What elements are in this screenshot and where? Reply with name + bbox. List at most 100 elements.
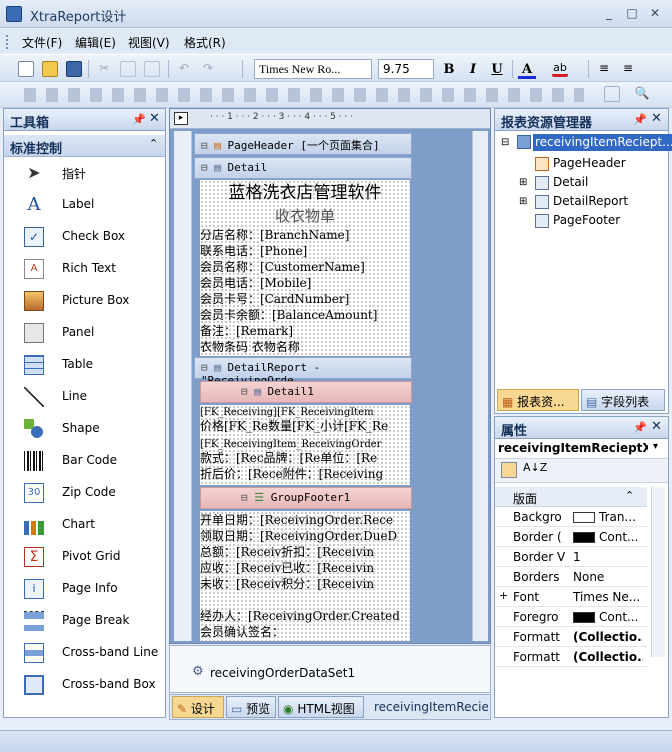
field-mobile[interactable]: 会员电话：[Mobile] [200, 276, 400, 291]
tab-preview[interactable]: ▭ 预览 [226, 696, 276, 718]
field-detail1-row4[interactable]: 款式：[Rec品牌：[Re单位：[Re [200, 451, 400, 466]
save-icon[interactable] [66, 61, 82, 77]
designer-scrollbar[interactable] [472, 131, 488, 641]
field-branch[interactable]: 分店名称：[BranchName] [200, 228, 400, 243]
expand-icon[interactable]: + [499, 589, 508, 602]
property-row[interactable]: Border V 1 [495, 547, 647, 567]
tab-design[interactable]: ✎ 设计 [172, 696, 224, 718]
ruler-toggle-icon[interactable]: ▸ [174, 112, 188, 125]
property-row[interactable]: Border (Cont... [495, 527, 647, 547]
field-detail1-row3[interactable]: [FK_ReceivingItem_ReceivingOrder [200, 437, 400, 452]
band-detail1[interactable]: ⊟ ▤ Detail1 [200, 381, 412, 403]
tree-item-pagefooter[interactable]: PageFooter [553, 213, 620, 227]
tree-item-pageheader[interactable]: PageHeader [553, 156, 626, 170]
field-detail1-row2[interactable]: 价格[FK_Re数量[FK_小计[FK_Re [200, 419, 400, 434]
new-icon[interactable] [18, 61, 34, 77]
report-name-tab[interactable]: receivingItemRecie [374, 700, 488, 714]
band-groupfooter[interactable]: ⊟ ☰ GroupFooter1 [200, 487, 412, 509]
field-total[interactable]: 总额：[Receiv折扣：[Receivin [200, 545, 400, 560]
property-row[interactable]: Formatt (Collectio... [495, 647, 647, 667]
align-left-icon[interactable]: ≡ [596, 61, 612, 77]
categorized-icon[interactable] [501, 462, 517, 478]
toolbox-item-chart[interactable]: Chart [24, 513, 164, 537]
font-size-select[interactable]: 9.75 [378, 59, 434, 79]
property-value[interactable]: (Collectio... [573, 650, 643, 664]
property-value[interactable]: 1 [573, 550, 643, 564]
minimize-icon[interactable]: _ [600, 5, 618, 21]
toolbox-item-cross-band-line[interactable]: Cross-band Line [24, 641, 164, 665]
property-value[interactable]: (Collectio... [573, 630, 643, 644]
toolbox-item-bar-code[interactable]: Bar Code [24, 449, 164, 473]
property-value[interactable]: Cont... [573, 610, 643, 624]
zoom-icon[interactable]: 🔍 [634, 86, 650, 102]
field-operator[interactable]: 经办人：[ReceivingOrder.Created [200, 609, 400, 624]
tree-expander-icon[interactable]: ⊟ [501, 137, 509, 148]
field-unpaid[interactable]: 未收：[Receiv积分：[Receivin [200, 577, 400, 592]
property-value[interactable]: None [573, 570, 643, 584]
field-item-header[interactable]: 衣物条码 衣物名称 [200, 340, 400, 355]
font-color-button[interactable]: A [518, 61, 536, 79]
pin-icon[interactable]: 📌 [633, 113, 647, 126]
underline-button[interactable]: U [488, 61, 506, 79]
layout-buttons[interactable] [24, 88, 584, 102]
tab-html[interactable]: ◉ HTML视图 [278, 696, 364, 718]
menu-format[interactable]: 格式(R) [184, 34, 226, 51]
toolbox-item-shape[interactable]: Shape [24, 417, 164, 441]
field-detail1-row5[interactable]: 折后价：[Rece附件：[Receiving [200, 467, 400, 482]
tree-item-detail[interactable]: Detail [553, 175, 588, 189]
toolbox-item-rich-text[interactable]: A Rich Text [24, 257, 164, 281]
highlight-icon[interactable]: ab [552, 61, 568, 77]
toolbox-item-pointer[interactable]: ➤ 指针 [24, 161, 164, 185]
sort-az-icon[interactable]: A↓Z [523, 461, 547, 474]
toolbox-section[interactable]: 标准控制 [10, 138, 62, 157]
field-receivable[interactable]: 应收：[Receiv已收：[Receivin [200, 561, 400, 576]
property-row[interactable]: Backgro Tran... [495, 507, 647, 527]
toolbox-item-picture-box[interactable]: Picture Box [24, 289, 164, 313]
field-signature[interactable]: 会员确认签名： [200, 625, 400, 640]
close-icon[interactable]: ✕ [646, 5, 664, 21]
detail-canvas[interactable]: 蓝格洗衣店管理软件 收衣物单 分店名称：[BranchName] 联系电话：[P… [200, 180, 410, 356]
property-scrollbar[interactable] [651, 487, 665, 657]
tree-root[interactable]: receivingItemReciept... [533, 134, 672, 151]
toolbox-item-pivot-grid[interactable]: Σ Pivot Grid [24, 545, 164, 569]
tree-expander-icon[interactable]: ⊞ [519, 196, 527, 207]
toolbox-item-page-break[interactable]: Page Break [24, 609, 164, 633]
cut-icon[interactable]: ✂ [96, 61, 112, 77]
collapse-icon[interactable]: ⌃ [625, 489, 634, 502]
property-value[interactable]: Tran... [573, 510, 643, 524]
property-value[interactable]: Cont... [573, 530, 643, 544]
menu-edit[interactable]: 编辑(E) [75, 34, 116, 51]
paste-icon[interactable] [144, 61, 160, 77]
band-detail[interactable]: ⊟ ▤ Detail [194, 157, 412, 179]
chevron-down-icon[interactable]: ▾ [653, 441, 658, 452]
band-detailreport[interactable]: ⊟ ▤ DetailReport - "ReceivingOrde [194, 357, 412, 387]
pin-icon[interactable]: 📌 [132, 113, 146, 126]
maximize-icon[interactable]: □ [623, 5, 641, 21]
close-icon[interactable]: ✕ [651, 111, 662, 126]
menu-view[interactable]: 视图(V) [128, 34, 170, 51]
field-balance[interactable]: 会员卡余额：[BalanceAmount] [200, 308, 400, 323]
grid-icon[interactable] [604, 86, 620, 102]
property-row[interactable]: Formatt (Collectio... [495, 627, 647, 647]
band-pageheader[interactable]: ⊟ ▤ PageHeader [一个页面集合] [194, 133, 412, 155]
field-card[interactable]: 会员卡号：[CardNumber] [200, 292, 400, 307]
toolbox-item-table[interactable]: Table [24, 353, 164, 377]
field-customer[interactable]: 会员名称：[CustomerName] [200, 260, 400, 275]
pin-icon[interactable]: 📌 [633, 421, 647, 434]
italic-button[interactable]: I [464, 61, 482, 79]
toolbox-item-zip-code[interactable]: 30 Zip Code [24, 481, 164, 505]
toolbox-item-cross-band-box[interactable]: Cross-band Box [24, 673, 164, 697]
object-selector[interactable]: receivingItemRecieptXt... [498, 441, 648, 455]
align-center-icon[interactable]: ≡ [620, 61, 636, 77]
redo-icon[interactable]: ↷ [200, 61, 216, 77]
report-subtitle[interactable]: 收衣物单 [200, 206, 410, 226]
tab-report-explorer[interactable]: ▦ 报表资... [497, 389, 579, 411]
detail1-canvas[interactable]: [FK_Receiving][FK_ReceivingItem 价格[FK_Re… [200, 405, 410, 485]
close-icon[interactable]: ✕ [651, 419, 662, 434]
menu-file[interactable]: 文件(F) [22, 34, 62, 51]
close-icon[interactable]: ✕ [149, 111, 160, 126]
undo-icon[interactable]: ↶ [176, 61, 192, 77]
toolbox-item-label[interactable]: A Label [24, 193, 164, 217]
field-detail1-row1[interactable]: [FK_Receiving][FK_ReceivingItem [200, 405, 400, 420]
collapse-icon[interactable]: ⌃ [149, 137, 158, 150]
